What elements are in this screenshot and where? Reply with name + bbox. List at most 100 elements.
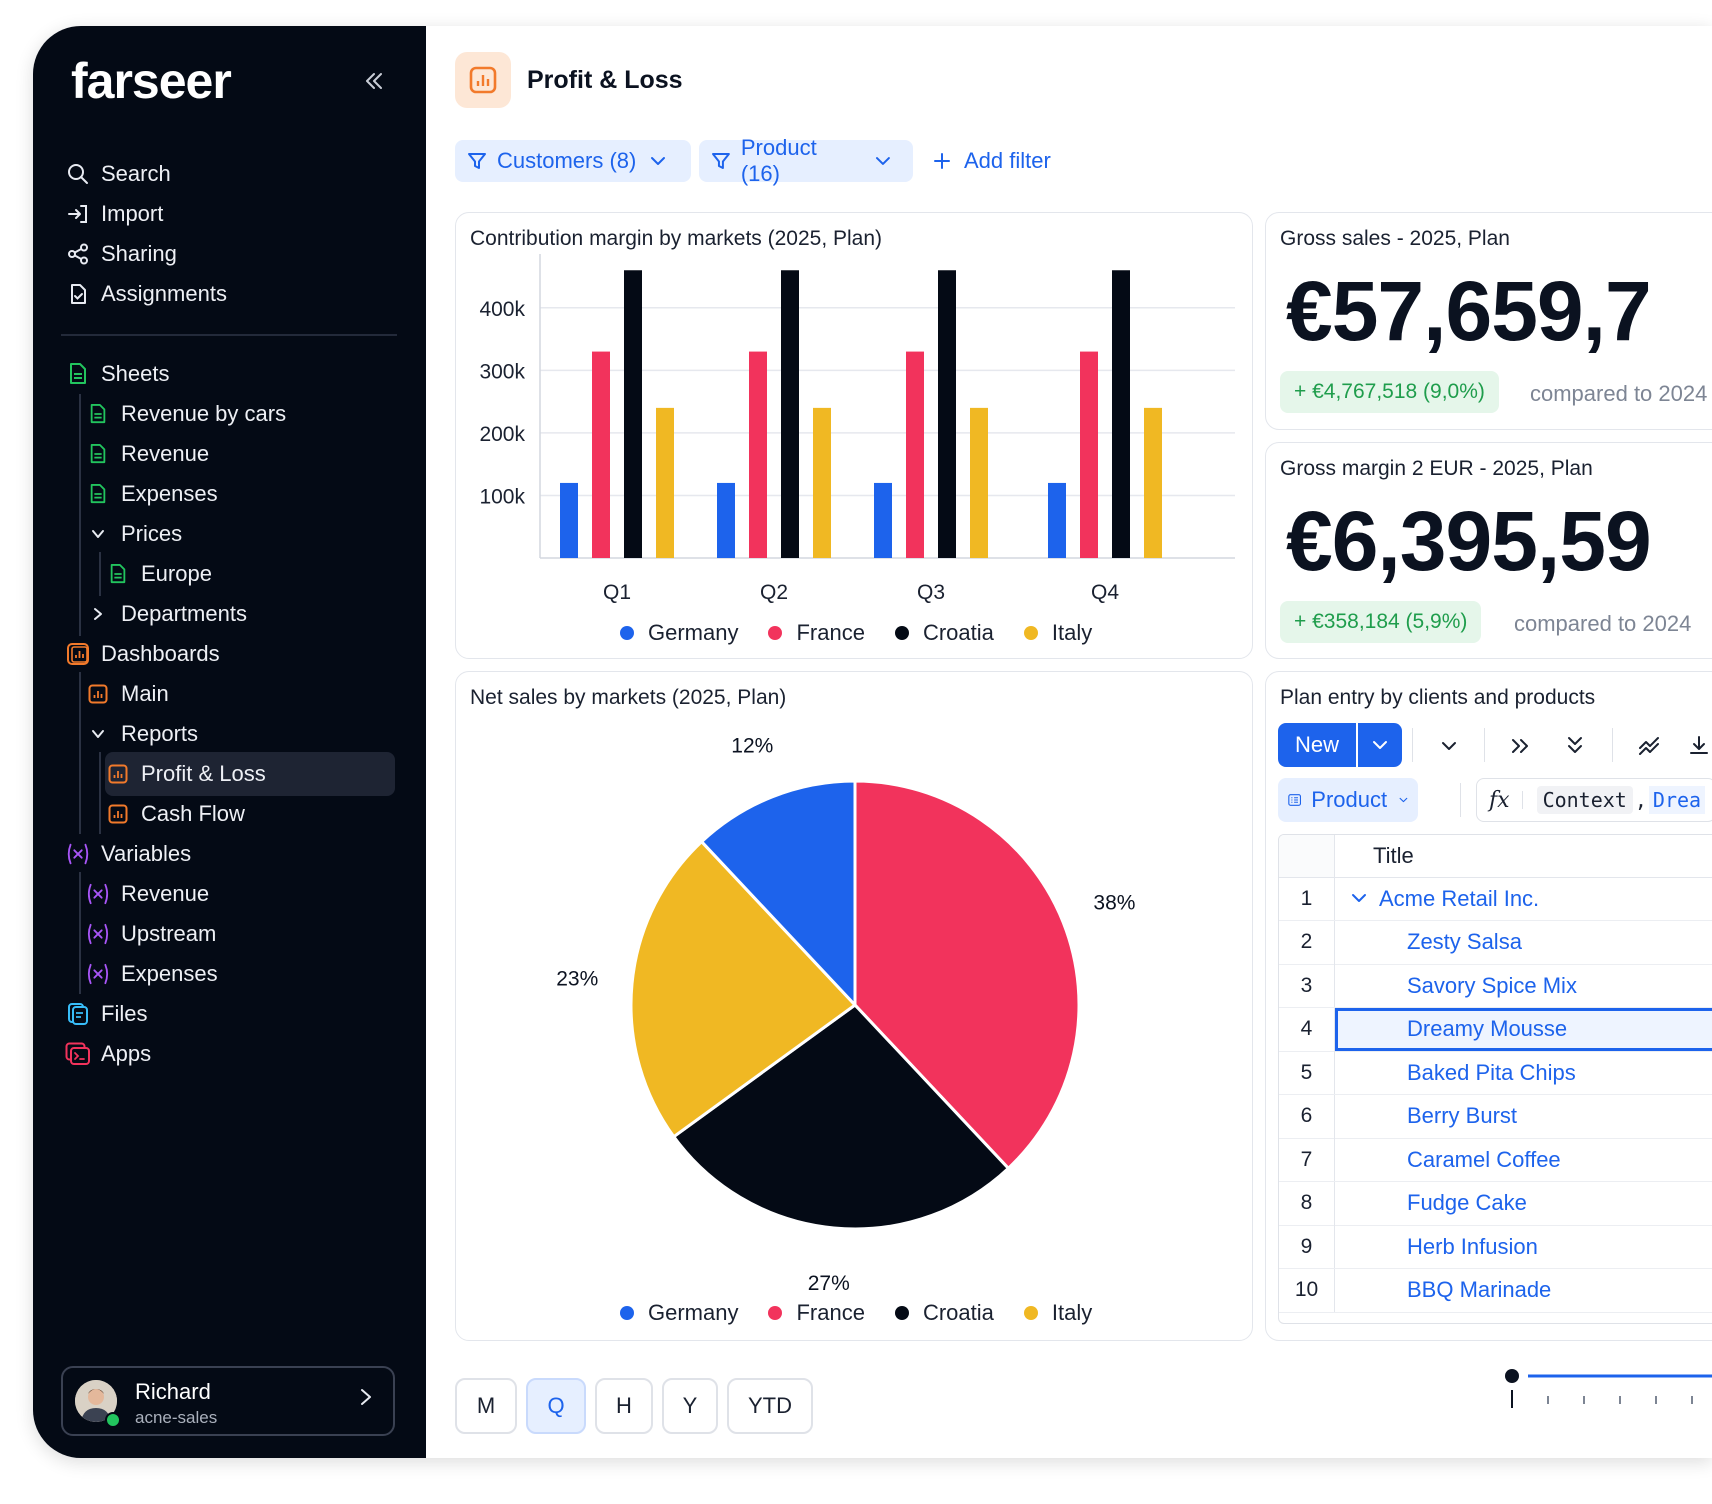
row-number: 5 [1279, 1051, 1335, 1094]
sidebar-item-revenue-by-cars[interactable]: Revenue by cars [85, 396, 286, 432]
sidebar-item-revenue[interactable]: Revenue [85, 436, 209, 472]
sidebar-item-sheets[interactable]: Sheets [65, 356, 170, 392]
chevron-down-icon[interactable] [1434, 733, 1464, 759]
period-button-y[interactable]: Y [662, 1378, 718, 1434]
period-button-q[interactable]: Q [526, 1378, 586, 1434]
product-label: Product [1311, 787, 1388, 812]
new-dropdown-button[interactable] [1358, 723, 1402, 767]
table-row[interactable]: 6 Berry Burst [1279, 1094, 1712, 1139]
filter-chip-customers[interactable]: Customers (8) [455, 140, 691, 182]
sidebar-item-profit-loss[interactable]: Profit & Loss [105, 752, 395, 796]
sidebar-item-var-revenue[interactable]: Revenue [85, 876, 209, 912]
sidebar-item-apps[interactable]: Apps [65, 1036, 151, 1072]
sidebar-item-var-upstream[interactable]: Upstream [85, 916, 216, 952]
dashboard-icon [85, 681, 111, 707]
table-row[interactable]: 2 Zesty Salsa [1279, 920, 1712, 965]
bar-germany-q3[interactable] [874, 482, 892, 558]
farseer-logo[interactable]: farseer [71, 52, 232, 110]
sidebar-item-label: Prices [121, 521, 183, 546]
expand-right-icon[interactable] [1505, 733, 1535, 759]
bar-italy-q2[interactable] [813, 407, 831, 558]
kpi-title: Gross sales - 2025, Plan [1280, 227, 1510, 250]
table-row[interactable]: 5 Baked Pita Chips [1279, 1051, 1712, 1095]
bar-italy-q1[interactable] [656, 407, 674, 558]
sidebar-item-files[interactable]: Files [65, 996, 147, 1032]
chevron-down-icon[interactable] [85, 521, 111, 547]
row-number: 2 [1279, 920, 1335, 964]
app-icon [65, 1041, 91, 1067]
bar-france-q4[interactable] [1080, 351, 1098, 558]
bar-croatia-q3[interactable] [938, 270, 956, 558]
slider-handle[interactable] [1505, 1369, 1519, 1383]
plan-entry-table: Title 1 Acme Retail Inc. 2 Zesty Salsa 3 Savo… [1278, 834, 1712, 1324]
sidebar-item-departments[interactable]: Departments [85, 596, 247, 632]
sidebar-item-label: Departments [121, 601, 247, 626]
sidebar-item-main[interactable]: Main [85, 676, 169, 712]
add-filter-button[interactable]: Add filter [932, 140, 1051, 182]
legend-item-italy: Italy [1023, 1300, 1093, 1326]
chevron-down-icon[interactable] [1351, 890, 1367, 911]
pie-chart: 38% 27% 23% 12% [556, 735, 1135, 1295]
legend-label: Italy [1051, 1300, 1093, 1325]
chevron-right-icon[interactable] [85, 601, 111, 627]
timeline-slider[interactable] [1498, 1366, 1712, 1410]
period-button-m[interactable]: M [455, 1378, 517, 1434]
table-row[interactable]: 4 Dreamy Mousse [1279, 1007, 1712, 1052]
table-row[interactable]: 9 Herb Infusion [1279, 1225, 1712, 1269]
share-icon [65, 241, 91, 267]
bar-germany-q1[interactable] [560, 482, 578, 558]
sidebar-item-reports[interactable]: Reports [85, 716, 198, 752]
bar-france-q2[interactable] [749, 351, 767, 558]
product-name: Zesty Salsa [1407, 929, 1522, 954]
sidebar-item-cash-flow[interactable]: Cash Flow [105, 796, 245, 832]
sidebar-item-search[interactable]: Search [65, 156, 171, 192]
table-row[interactable]: 8 Fudge Cake [1279, 1181, 1712, 1226]
bar-italy-q3[interactable] [970, 407, 988, 558]
sidebar-item-variables[interactable]: Variables [65, 836, 191, 872]
bar-italy-q4[interactable] [1144, 407, 1162, 558]
bar-france-q3[interactable] [906, 351, 924, 558]
sidebar-item-prices[interactable]: Prices [85, 516, 182, 552]
legend-item-france: France [768, 620, 865, 646]
bar-france-q1[interactable] [592, 351, 610, 558]
bar-croatia-q4[interactable] [1112, 270, 1130, 558]
bar-croatia-q2[interactable] [781, 270, 799, 558]
formula-divider [1521, 791, 1523, 809]
user-profile-card[interactable]: Richard acne-sales [61, 1366, 395, 1436]
filter-chip-product[interactable]: Product (16) [699, 135, 913, 186]
file-icon [65, 1001, 91, 1027]
table-row[interactable]: 3 Savory Spice Mix [1279, 964, 1712, 1008]
table-row[interactable]: 7 Caramel Coffee [1279, 1138, 1712, 1182]
bar-croatia-q1[interactable] [624, 270, 642, 558]
sidebar-item-expenses[interactable]: Expenses [85, 476, 218, 512]
expand-down-icon[interactable] [1560, 733, 1590, 759]
sidebar-item-label: Profit & Loss [141, 761, 266, 786]
sidebar-item-import[interactable]: Import [65, 196, 163, 232]
bar-germany-q2[interactable] [717, 482, 735, 558]
period-button-h[interactable]: H [595, 1378, 653, 1434]
chevron-down-icon[interactable] [85, 721, 111, 747]
double-chevron-left-icon[interactable] [363, 68, 385, 98]
product-dimension-selector[interactable]: Product [1278, 778, 1418, 822]
formula-input[interactable]: fx Context , Drea [1476, 778, 1712, 822]
sidebar: farseer Search Import Sharing Assignment… [33, 26, 426, 1458]
sidebar-item-var-expenses[interactable]: Expenses [85, 956, 218, 992]
sidebar-item-dashboards[interactable]: Dashboards [65, 636, 220, 672]
download-icon[interactable] [1684, 733, 1712, 759]
bar-germany-q4[interactable] [1048, 482, 1066, 558]
legend-label: Germany [648, 620, 739, 645]
new-button[interactable]: New [1278, 723, 1356, 767]
trend-icon[interactable] [1634, 733, 1664, 759]
column-header-title[interactable]: Title [1373, 835, 1414, 877]
legend-item-germany: Germany [620, 1300, 738, 1326]
sidebar-item-europe[interactable]: Europe [105, 556, 212, 592]
pie-label-germany: 12% [731, 735, 773, 758]
table-row[interactable]: 1 Acme Retail Inc. [1279, 877, 1712, 921]
search-icon [65, 161, 91, 187]
sidebar-item-assignments[interactable]: Assignments [65, 276, 227, 312]
sidebar-item-sharing[interactable]: Sharing [65, 236, 177, 272]
filter-icon [468, 153, 486, 169]
table-row[interactable]: 10 BBQ Marinade [1279, 1268, 1712, 1313]
y-tick-label: 300k [479, 360, 525, 383]
period-button-ytd[interactable]: YTD [727, 1378, 813, 1434]
